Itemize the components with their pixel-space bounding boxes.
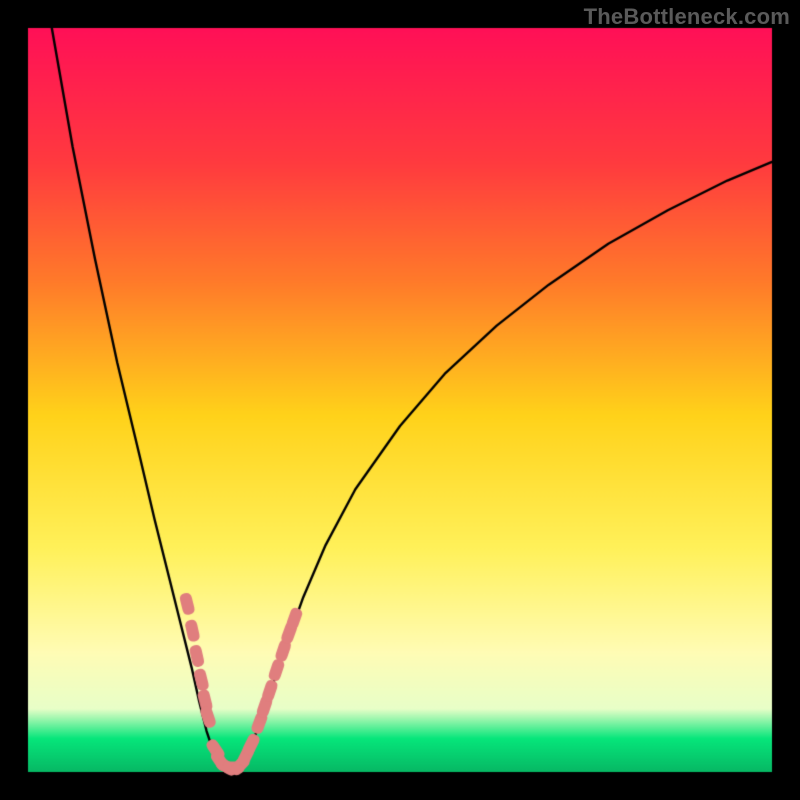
watermark: TheBottleneck.com	[584, 4, 790, 30]
chart-canvas	[0, 0, 800, 800]
